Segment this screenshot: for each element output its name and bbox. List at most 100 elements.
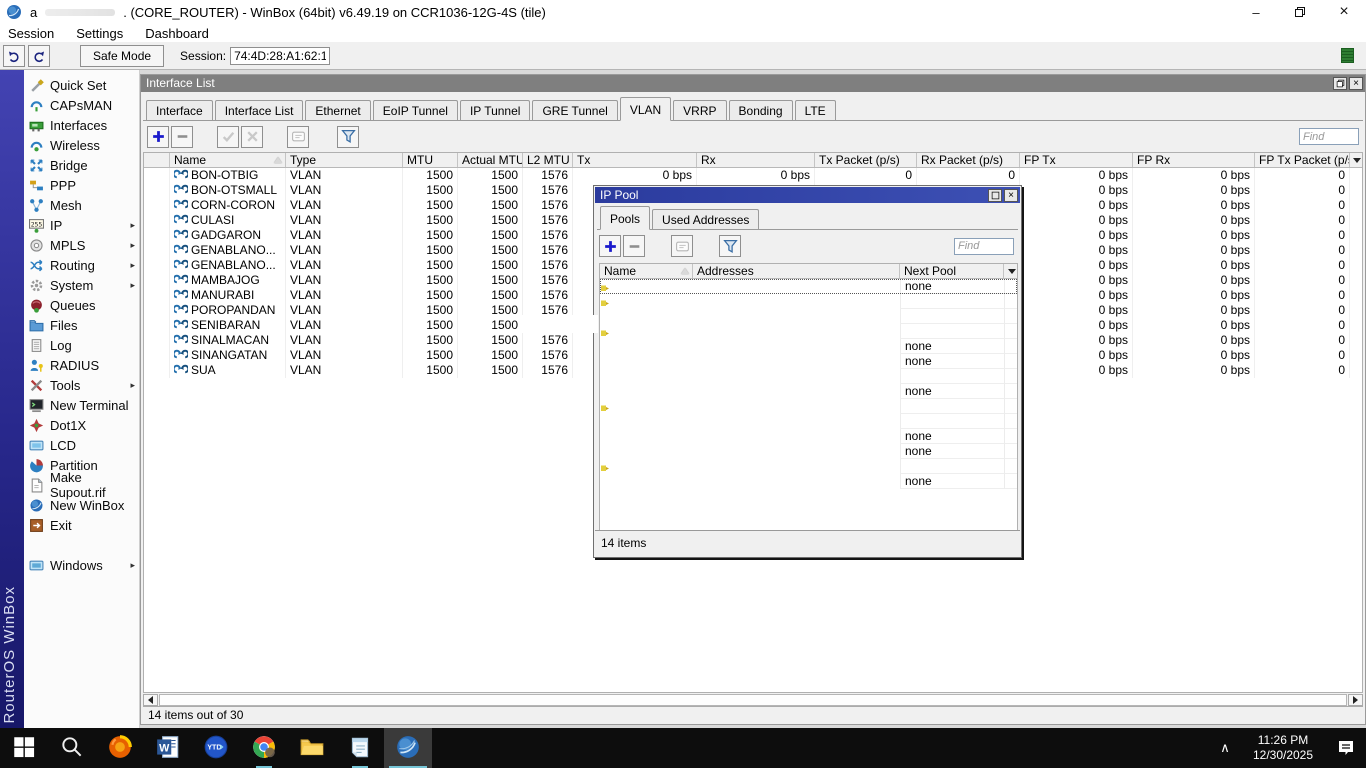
pool-column-header-name[interactable]: Name <box>600 264 693 278</box>
column-header-name[interactable]: Name <box>170 153 286 167</box>
ytd-taskbar-button[interactable]: YTD <box>192 728 240 768</box>
sidebar-item-ppp[interactable]: PPP <box>24 175 139 195</box>
scroll-right-button[interactable] <box>1348 694 1363 706</box>
firefox-taskbar-button[interactable] <box>96 728 144 768</box>
sidebar-item-mpls[interactable]: MPLS ▸ <box>24 235 139 255</box>
sidebar-item-dot1x[interactable]: Dot1X <box>24 415 139 435</box>
chrome-taskbar-button[interactable] <box>240 728 288 768</box>
sidebar-item-queues[interactable]: Queues <box>24 295 139 315</box>
pool-column-select-button[interactable] <box>1004 264 1017 278</box>
sidebar-item-routing[interactable]: Routing ▸ <box>24 255 139 275</box>
column-header-rx-packet-p-s-[interactable]: Rx Packet (p/s) <box>917 153 1020 167</box>
interface-list-titlebar[interactable]: Interface List <box>141 75 1365 92</box>
comment-button[interactable] <box>671 235 693 257</box>
sidebar-item-ip[interactable]: 255 IP ▸ <box>24 215 139 235</box>
scroll-left-button[interactable] <box>143 694 158 706</box>
notepad-taskbar-button[interactable] <box>336 728 384 768</box>
session-input[interactable] <box>230 46 331 65</box>
sidebar-item-interfaces[interactable]: Interfaces <box>24 115 139 135</box>
pool-column-header-next-pool[interactable]: Next Pool <box>900 264 1004 278</box>
pool-row[interactable] <box>600 399 1017 414</box>
column-header-l2-mtu[interactable]: L2 MTU <box>523 153 573 167</box>
tab-ip-tunnel[interactable]: IP Tunnel <box>459 100 531 120</box>
menu-settings[interactable]: Settings <box>76 26 123 41</box>
column-header-fp-rx[interactable]: FP Rx <box>1133 153 1255 167</box>
sidebar-item-system[interactable]: System ▸ <box>24 275 139 295</box>
pool-tab-pools[interactable]: Pools <box>600 206 651 230</box>
find-input[interactable] <box>1299 128 1359 145</box>
tab-bonding[interactable]: Bonding <box>728 100 793 120</box>
horizontal-scrollbar[interactable] <box>143 692 1363 706</box>
tab-interface-list[interactable]: Interface List <box>214 100 304 120</box>
sidebar-item-lcd[interactable]: LCD <box>24 435 139 455</box>
sidebar-item-mesh[interactable]: Mesh <box>24 195 139 215</box>
column-header-type[interactable]: Type <box>286 153 403 167</box>
filter-button[interactable] <box>719 235 741 257</box>
filter-button[interactable] <box>337 125 359 148</box>
add-button[interactable] <box>147 125 169 148</box>
pool-row[interactable]: none <box>600 474 1017 489</box>
pool-row[interactable] <box>600 459 1017 474</box>
tab-ethernet[interactable]: Ethernet <box>305 100 371 120</box>
safe-mode-button[interactable]: Safe Mode <box>80 44 165 67</box>
redo-button[interactable] <box>28 44 50 67</box>
sidebar-item-new-terminal[interactable]: New Terminal <box>24 395 139 415</box>
undo-button[interactable] <box>3 44 25 67</box>
word-taskbar-button[interactable]: W <box>144 728 192 768</box>
column-header-fp-tx[interactable]: FP Tx <box>1020 153 1133 167</box>
disable-button[interactable] <box>241 125 263 148</box>
taskbar-clock[interactable]: 11:26 PM 12/30/2025 <box>1240 733 1326 763</box>
sidebar-item-new-winbox[interactable]: New WinBox <box>24 495 139 515</box>
pool-row[interactable] <box>600 324 1017 339</box>
taskbar-search-taskbar-button[interactable] <box>48 728 96 768</box>
tab-lte[interactable]: LTE <box>794 100 836 120</box>
pool-row[interactable]: none <box>600 444 1017 459</box>
column-header-mtu[interactable]: MTU <box>403 153 458 167</box>
column-select-button[interactable] <box>1350 153 1362 167</box>
add-button[interactable] <box>599 235 621 257</box>
notification-center-button[interactable] <box>1326 738 1366 758</box>
sidebar-item-wireless[interactable]: Wireless <box>24 135 139 155</box>
scrollbar-thumb[interactable] <box>159 694 1347 706</box>
sidebar-item-log[interactable]: Log <box>24 335 139 355</box>
explorer-taskbar-button[interactable] <box>288 728 336 768</box>
ip-pool-close-button[interactable]: × <box>1004 189 1018 202</box>
comment-button[interactable] <box>287 125 309 148</box>
tab-interface[interactable]: Interface <box>146 100 213 120</box>
column-header-actual-mtu[interactable]: Actual MTU <box>458 153 523 167</box>
pool-row[interactable]: none <box>600 279 1017 294</box>
pool-row[interactable] <box>600 369 1017 384</box>
remove-button[interactable] <box>171 125 193 148</box>
tab-vlan[interactable]: VLAN <box>619 97 672 121</box>
menu-session[interactable]: Session <box>8 26 54 41</box>
pool-column-header-addresses[interactable]: Addresses <box>693 264 900 278</box>
sidebar-item-bridge[interactable]: Bridge <box>24 155 139 175</box>
column-header-rx[interactable]: Rx <box>697 153 815 167</box>
sidebar-item-radius[interactable]: RADIUS <box>24 355 139 375</box>
pool-row[interactable]: none <box>600 339 1017 354</box>
sidebar-item-capsman[interactable]: CAPsMAN <box>24 95 139 115</box>
winbox-taskbar-taskbar-button[interactable] <box>384 728 432 768</box>
tab-gre-tunnel[interactable]: GRE Tunnel <box>532 100 618 120</box>
interface-list-restore-button[interactable] <box>1333 77 1347 90</box>
remove-button[interactable] <box>623 235 645 257</box>
tab-eoip-tunnel[interactable]: EoIP Tunnel <box>372 100 458 120</box>
close-button[interactable]: × <box>1322 0 1366 24</box>
column-header-tx-packet-p-s-[interactable]: Tx Packet (p/s) <box>815 153 917 167</box>
pool-row[interactable]: none <box>600 384 1017 399</box>
restore-button[interactable] <box>1278 0 1322 24</box>
tray-chevron-icon[interactable]: ∧ <box>1210 740 1240 756</box>
start-taskbar-button[interactable] <box>0 728 48 768</box>
column-header-tx[interactable]: Tx <box>573 153 697 167</box>
ip-pool-titlebar[interactable]: IP Pool <box>595 187 1020 203</box>
sidebar-item-tools[interactable]: Tools ▸ <box>24 375 139 395</box>
pool-row[interactable] <box>600 294 1017 309</box>
find-input[interactable] <box>954 237 1014 255</box>
sidebar-item-make-supout-rif[interactable]: Make Supout.rif <box>24 470 139 500</box>
pool-row[interactable]: none <box>600 429 1017 444</box>
minimize-button[interactable]: – <box>1234 0 1278 24</box>
ip-pool-maximize-button[interactable] <box>988 189 1002 202</box>
sidebar-item-files[interactable]: Files <box>24 315 139 335</box>
pool-row[interactable] <box>600 309 1017 324</box>
column-header-fp-tx-packet-p-s-[interactable]: FP Tx Packet (p/s) <box>1255 153 1350 167</box>
